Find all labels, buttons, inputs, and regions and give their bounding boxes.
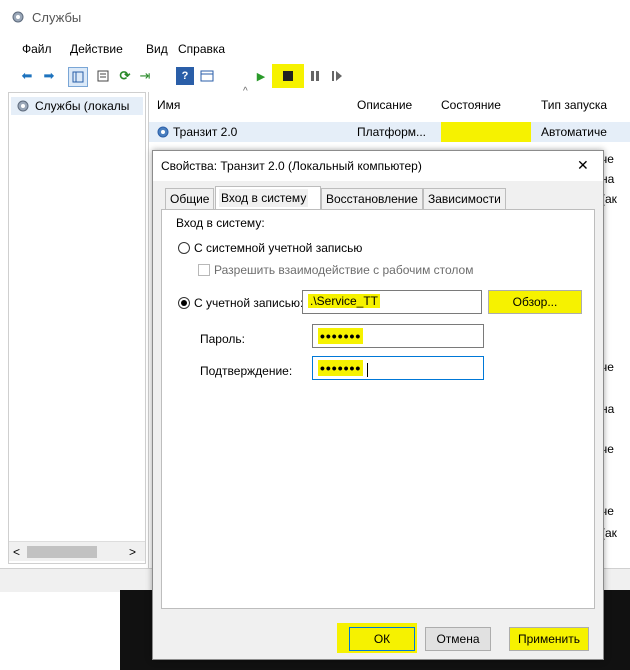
tab-logon[interactable]: Вход в систему: [215, 186, 321, 210]
tab-general[interactable]: Общие: [165, 188, 215, 210]
menu-bar: Файл Действие Вид Справка: [0, 36, 630, 62]
console-tree-pane: Службы (локалы < >: [8, 92, 146, 564]
apply-button[interactable]: Применить: [509, 627, 589, 651]
state-highlight: [441, 122, 531, 142]
play-icon[interactable]: ▶: [252, 67, 270, 85]
properties-icon[interactable]: [198, 67, 216, 85]
pause-icon[interactable]: [306, 67, 324, 85]
tree-item-services-local[interactable]: Службы (локалы: [11, 97, 143, 115]
service-description: Платформ...: [357, 125, 427, 139]
dialog-title: Свойства: Транзит 2.0 (Локальный компьют…: [161, 159, 422, 173]
password-field[interactable]: •••••••: [312, 324, 484, 348]
forward-arrow-icon[interactable]: ➡: [40, 67, 58, 85]
tab-dependencies[interactable]: Зависимости: [423, 188, 506, 210]
radio-system-account[interactable]: [178, 242, 190, 254]
services-app-icon: [10, 9, 26, 25]
menu-view[interactable]: Вид: [146, 42, 168, 56]
back-arrow-icon[interactable]: ⬅: [18, 67, 36, 85]
text-caret: [366, 362, 368, 377]
tab-panel-logon: Вход в систему: С системной учетной запи…: [161, 209, 595, 609]
column-startup[interactable]: Тип запуска: [541, 98, 607, 112]
window-title: Службы: [32, 10, 82, 25]
stop-icon[interactable]: [279, 67, 297, 85]
horizontal-scrollbar[interactable]: < >: [9, 541, 145, 561]
restart-icon[interactable]: [328, 67, 346, 85]
confirm-label: Подтверждение:: [200, 364, 293, 378]
column-description[interactable]: Описание: [357, 98, 412, 112]
password-label: Пароль:: [200, 332, 245, 346]
checkbox-desktop-label: Разрешить взаимодействие с рабочим столо…: [214, 263, 474, 277]
scroll-thumb[interactable]: [27, 546, 97, 558]
radio-this-account[interactable]: [178, 297, 190, 309]
service-startup: Автоматиче: [541, 125, 607, 139]
tree-item-label: Службы (локалы: [35, 99, 130, 113]
logon-group-label: Вход в систему:: [176, 216, 265, 230]
service-name: Транзит 2.0: [173, 125, 238, 139]
menu-help[interactable]: Справка: [178, 42, 225, 56]
column-state[interactable]: Состояние: [441, 98, 501, 112]
gear-icon: [155, 124, 171, 140]
scroll-left-icon[interactable]: <: [13, 545, 20, 559]
scroll-right-icon[interactable]: >: [129, 545, 136, 559]
ok-button[interactable]: ОК: [349, 627, 415, 651]
menu-action[interactable]: Действие: [70, 42, 123, 56]
radio-system-account-label: С системной учетной записью: [194, 241, 363, 255]
close-icon[interactable]: ✕: [577, 157, 589, 174]
sort-chevron-icon: ^: [243, 86, 248, 97]
checkbox-desktop-interaction[interactable]: [198, 264, 210, 276]
list-view-icon[interactable]: [94, 67, 112, 85]
toolbar: ⬅ ➡ ⟳ ⇥ ? ▶: [0, 62, 630, 90]
radio-this-account-label: С учетной записью:: [194, 296, 304, 310]
dialog-titlebar: Свойства: Транзит 2.0 (Локальный компьют…: [153, 151, 603, 181]
refresh-icon[interactable]: ⟳: [116, 67, 134, 85]
properties-dialog: Свойства: Транзит 2.0 (Локальный компьют…: [152, 150, 604, 660]
tab-recovery[interactable]: Восстановление: [321, 188, 423, 210]
column-name[interactable]: Имя: [157, 98, 180, 112]
table-row[interactable]: Транзит 2.0 Платформ... Автоматиче: [149, 122, 630, 142]
browse-button[interactable]: Обзор...: [488, 290, 582, 314]
gear-icon: [15, 98, 31, 114]
confirm-password-field[interactable]: •••••••: [312, 356, 484, 380]
export-list-icon[interactable]: ⇥: [136, 67, 154, 85]
window-titlebar: Службы: [0, 0, 630, 36]
help-icon[interactable]: ?: [176, 67, 194, 85]
console-tree-icon[interactable]: [68, 67, 88, 87]
cancel-button[interactable]: Отмена: [425, 627, 491, 651]
menu-file[interactable]: Файл: [22, 42, 52, 56]
tab-row: Общие Вход в систему Восстановление Зави…: [161, 186, 595, 210]
account-field[interactable]: .\Service_TT: [302, 290, 482, 314]
